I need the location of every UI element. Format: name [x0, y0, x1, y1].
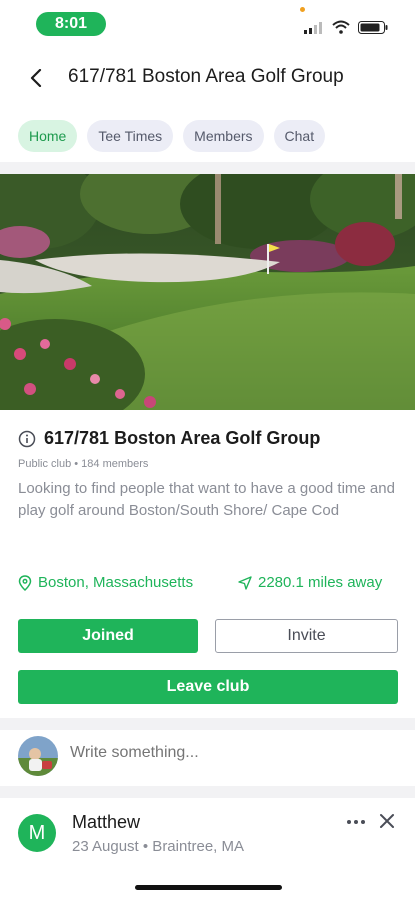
status-time: 8:01 — [36, 12, 106, 36]
section-divider — [0, 162, 415, 174]
distance-text: 2280.1 miles away — [258, 574, 383, 591]
status-bar: 8:01 — [0, 0, 415, 48]
invite-button[interactable]: Invite — [215, 619, 398, 653]
club-meta: Public club • 184 members — [18, 458, 149, 470]
club-distance: 2280.1 miles away — [238, 574, 382, 591]
joined-button[interactable]: Joined — [18, 619, 198, 653]
home-indicator — [135, 885, 282, 890]
tab-tee-times[interactable]: Tee Times — [87, 120, 174, 152]
navigation-arrow-icon — [238, 575, 252, 590]
write-something-input[interactable] — [70, 744, 390, 762]
club-title-row: 617/781 Boston Area Golf Group — [18, 428, 320, 449]
back-arrow-icon — [30, 69, 42, 87]
close-icon[interactable] — [377, 811, 397, 831]
signal-icon — [304, 22, 322, 34]
post-meta: 23 August • Braintree, MA — [72, 838, 245, 855]
section-divider — [0, 718, 415, 730]
tab-chat[interactable]: Chat — [273, 120, 326, 152]
recording-dot — [300, 7, 305, 12]
user-avatar — [18, 736, 58, 776]
info-icon[interactable] — [18, 430, 36, 448]
location-pin-icon — [18, 574, 32, 591]
post-author-name[interactable]: Matthew — [72, 812, 140, 833]
tab-bar: Home Tee Times Members Chat — [18, 120, 326, 152]
club-description: Looking to find people that want to have… — [18, 480, 395, 519]
club-location[interactable]: Boston, Massachusetts — [18, 574, 193, 591]
compose-post — [0, 734, 415, 778]
wifi-icon — [332, 20, 350, 34]
more-horizontal-icon[interactable] — [343, 812, 369, 832]
back-button[interactable] — [24, 64, 48, 92]
section-divider — [0, 786, 415, 798]
location-text: Boston, Massachusetts — [38, 574, 194, 591]
leave-club-button[interactable]: Leave club — [18, 670, 398, 704]
page-title: 617/781 Boston Area Golf Group — [68, 66, 344, 87]
tab-home[interactable]: Home — [18, 120, 78, 152]
post-author-avatar[interactable]: M — [18, 814, 56, 852]
battery-icon — [358, 21, 388, 34]
tab-members[interactable]: Members — [183, 120, 264, 152]
header: 617/781 Boston Area Golf Group — [0, 56, 415, 100]
club-cover-image — [0, 174, 415, 410]
club-name: 617/781 Boston Area Golf Group — [44, 428, 321, 448]
